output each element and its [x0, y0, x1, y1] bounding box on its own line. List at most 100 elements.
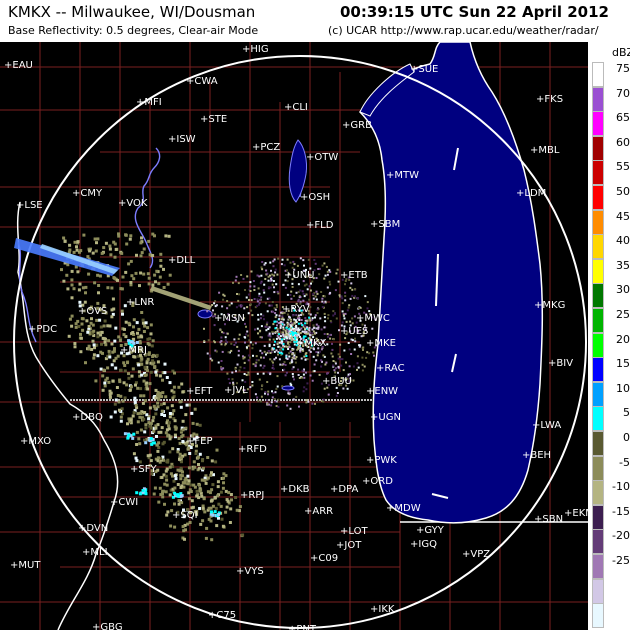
city-label-mbl: +MBL	[530, 145, 560, 156]
legend-swatch	[592, 406, 604, 432]
city-label-dbq: +DBQ	[72, 412, 103, 423]
city-label-hig: +HIG	[242, 44, 269, 55]
city-label-gyy: +GYY	[416, 525, 445, 536]
station-title: KMKX -- Milwaukee, WI/Dousman	[8, 3, 256, 21]
city-label-mwc: +MWC	[356, 313, 390, 324]
legend-swatch	[592, 381, 604, 407]
legend-level-label: 10	[616, 381, 630, 395]
city-label-mdw: +MDW	[386, 503, 421, 514]
city-label-vys: +VYS	[236, 566, 264, 577]
lake-mendota	[197, 309, 213, 319]
legend-level-label: 55	[616, 160, 630, 174]
city-label-grb: +GRB	[342, 120, 372, 131]
legend-level-label: -10	[612, 480, 630, 494]
city-label-pdc: +PDC	[28, 324, 57, 335]
city-label-lnr: +LNR	[126, 297, 154, 308]
legend-swatch	[592, 603, 604, 629]
city-label-mut: +MUT	[10, 560, 41, 571]
city-label-isw: +ISW	[168, 134, 196, 145]
city-label-sbm: +SBM	[370, 219, 400, 230]
city-label-lse: +LSE	[16, 200, 43, 211]
legend-level-label: 75	[616, 62, 630, 75]
legend-level-label: 60	[616, 135, 630, 149]
legend-swatch	[592, 111, 604, 137]
legend-swatch	[592, 578, 604, 604]
legend-unit: dBZ	[612, 46, 630, 59]
header-bar: KMKX -- Milwaukee, WI/Dousman 00:39:15 U…	[0, 0, 630, 42]
city-label-pnt: +PNT	[288, 624, 317, 630]
city-label-rac: +RAC	[376, 363, 405, 374]
city-label-eft: +EFT	[186, 386, 213, 397]
city-label-dll: +DLL	[168, 255, 196, 266]
city-label-beh: +BEH	[522, 450, 551, 461]
city-label-buu: +BUU	[322, 376, 352, 387]
city-label-dvn: +DVN	[78, 523, 108, 534]
legend-level-label: 30	[616, 283, 630, 297]
city-label-pwk: +PWK	[366, 455, 397, 466]
city-label-rpj: +RPJ	[240, 490, 264, 501]
legend-level-label: 20	[616, 332, 630, 346]
legend-swatch	[592, 332, 604, 358]
city-label-ugn: +UGN	[370, 412, 401, 423]
lake-geneva	[281, 385, 295, 391]
city-label-ste: +STE	[200, 114, 227, 125]
city-label-cli: +CLI	[284, 102, 308, 113]
legend-swatch	[592, 185, 604, 210]
city-label-dkb: +DKB	[280, 484, 310, 495]
legend-level-label: 15	[616, 357, 630, 371]
legend-swatch	[592, 135, 604, 161]
city-label-jot: +JOT	[336, 540, 362, 551]
city-label-rfd: +RFD	[238, 444, 267, 455]
legend-level-label: 35	[616, 258, 630, 272]
city-label-mrj: +MRJ	[120, 345, 147, 356]
city-label-pcz: +PCZ	[252, 142, 280, 153]
legend-level-label: -15	[612, 504, 630, 518]
city-label-c09: +C09	[310, 553, 338, 564]
city-label-mkx: +MKX	[296, 338, 327, 349]
legend-swatch	[592, 62, 604, 87]
legend-swatch	[592, 308, 604, 333]
legend-level-label: 40	[616, 234, 630, 248]
legend-level-label: 0	[623, 431, 630, 444]
city-label-cwa: +CWA	[186, 76, 218, 87]
city-label-ekm: +EKM	[564, 508, 588, 519]
city-label-vok: +VOK	[118, 198, 148, 209]
city-label-ovs: +OVS	[78, 306, 107, 317]
city-label-osh: +OSH	[300, 192, 330, 203]
city-label-lwa: +LWA	[532, 420, 561, 431]
city-label-ues: +UES	[340, 326, 368, 337]
observation-time: 00:39:15 UTC Sun 22 April 2012	[340, 3, 609, 21]
legend-swatch	[592, 480, 604, 506]
legend-level-label: -25	[612, 554, 630, 567]
city-label-sfy: +SFY	[130, 464, 157, 475]
legend-swatch	[592, 529, 604, 555]
legend-swatch	[592, 160, 604, 186]
city-label-otw: +OTW	[306, 152, 338, 163]
legend-level-label: 25	[616, 308, 630, 321]
city-label-gbg: +GBG	[92, 622, 123, 630]
legend-swatch	[592, 234, 604, 260]
city-label-ldm: +LDM	[516, 188, 546, 199]
city-label-mkg: +MKG	[534, 300, 565, 311]
product-description: Base Reflectivity: 0.5 degrees, Clear-ai…	[8, 24, 259, 37]
city-label-cmy: +CMY	[72, 188, 103, 199]
city-label-cwi: +CWI	[110, 497, 138, 508]
radar-map: +EAU +HIG +CWA +MFI +STE +CLI +GRB +ISW +PCZ +OTW…	[0, 42, 588, 630]
legend-swatch	[592, 504, 604, 530]
city-label-eau: +EAU	[4, 60, 33, 71]
city-label-lot: +LOT	[340, 526, 368, 537]
city-label-arr: +ARR	[304, 506, 333, 517]
legend-level-label: -20	[612, 529, 630, 543]
city-label-sue: +SUE	[410, 64, 438, 75]
legend-swatch	[592, 283, 604, 309]
city-label-vpz: +VPZ	[462, 549, 490, 560]
legend-level-label: -5	[619, 455, 630, 469]
legend-swatch	[592, 455, 604, 481]
city-label-msn: +MSN	[214, 313, 245, 324]
city-label-unu: +UNU	[284, 270, 315, 281]
city-label-mfi: +MFI	[136, 97, 162, 108]
city-label-fep: +FEP	[186, 436, 212, 447]
legend-swatch	[592, 86, 604, 112]
city-label-fks: +FKS	[536, 94, 563, 105]
legend-swatch	[592, 554, 604, 579]
